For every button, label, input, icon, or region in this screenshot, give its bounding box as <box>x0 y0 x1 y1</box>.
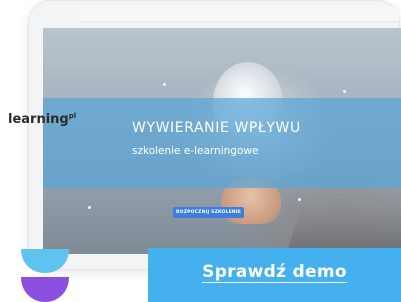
brand-mark: pl <box>68 112 77 120</box>
demo-cta-label[interactable]: Sprawdź demo <box>202 262 347 283</box>
cloud-logo-shape-icon <box>21 249 69 302</box>
brand-logo: learningpl <box>8 112 76 127</box>
sparkle <box>343 90 346 93</box>
course-title-band <box>43 98 401 188</box>
course-subtitle: szkolenie e-learningowe <box>132 145 259 157</box>
sparkle <box>298 198 301 201</box>
tablet-top-bar <box>79 7 399 22</box>
brand-name: learning <box>8 112 69 127</box>
sparkle <box>88 206 91 209</box>
sparkle <box>163 83 166 86</box>
demo-cta-button[interactable]: Sprawdź demo <box>148 248 401 302</box>
start-training-button[interactable]: ROZPOCZNIJ SZKOLENIE <box>173 207 244 218</box>
course-title: WYWIERANIE WPŁYWU <box>132 120 301 136</box>
course-preview-screen <box>43 28 401 254</box>
